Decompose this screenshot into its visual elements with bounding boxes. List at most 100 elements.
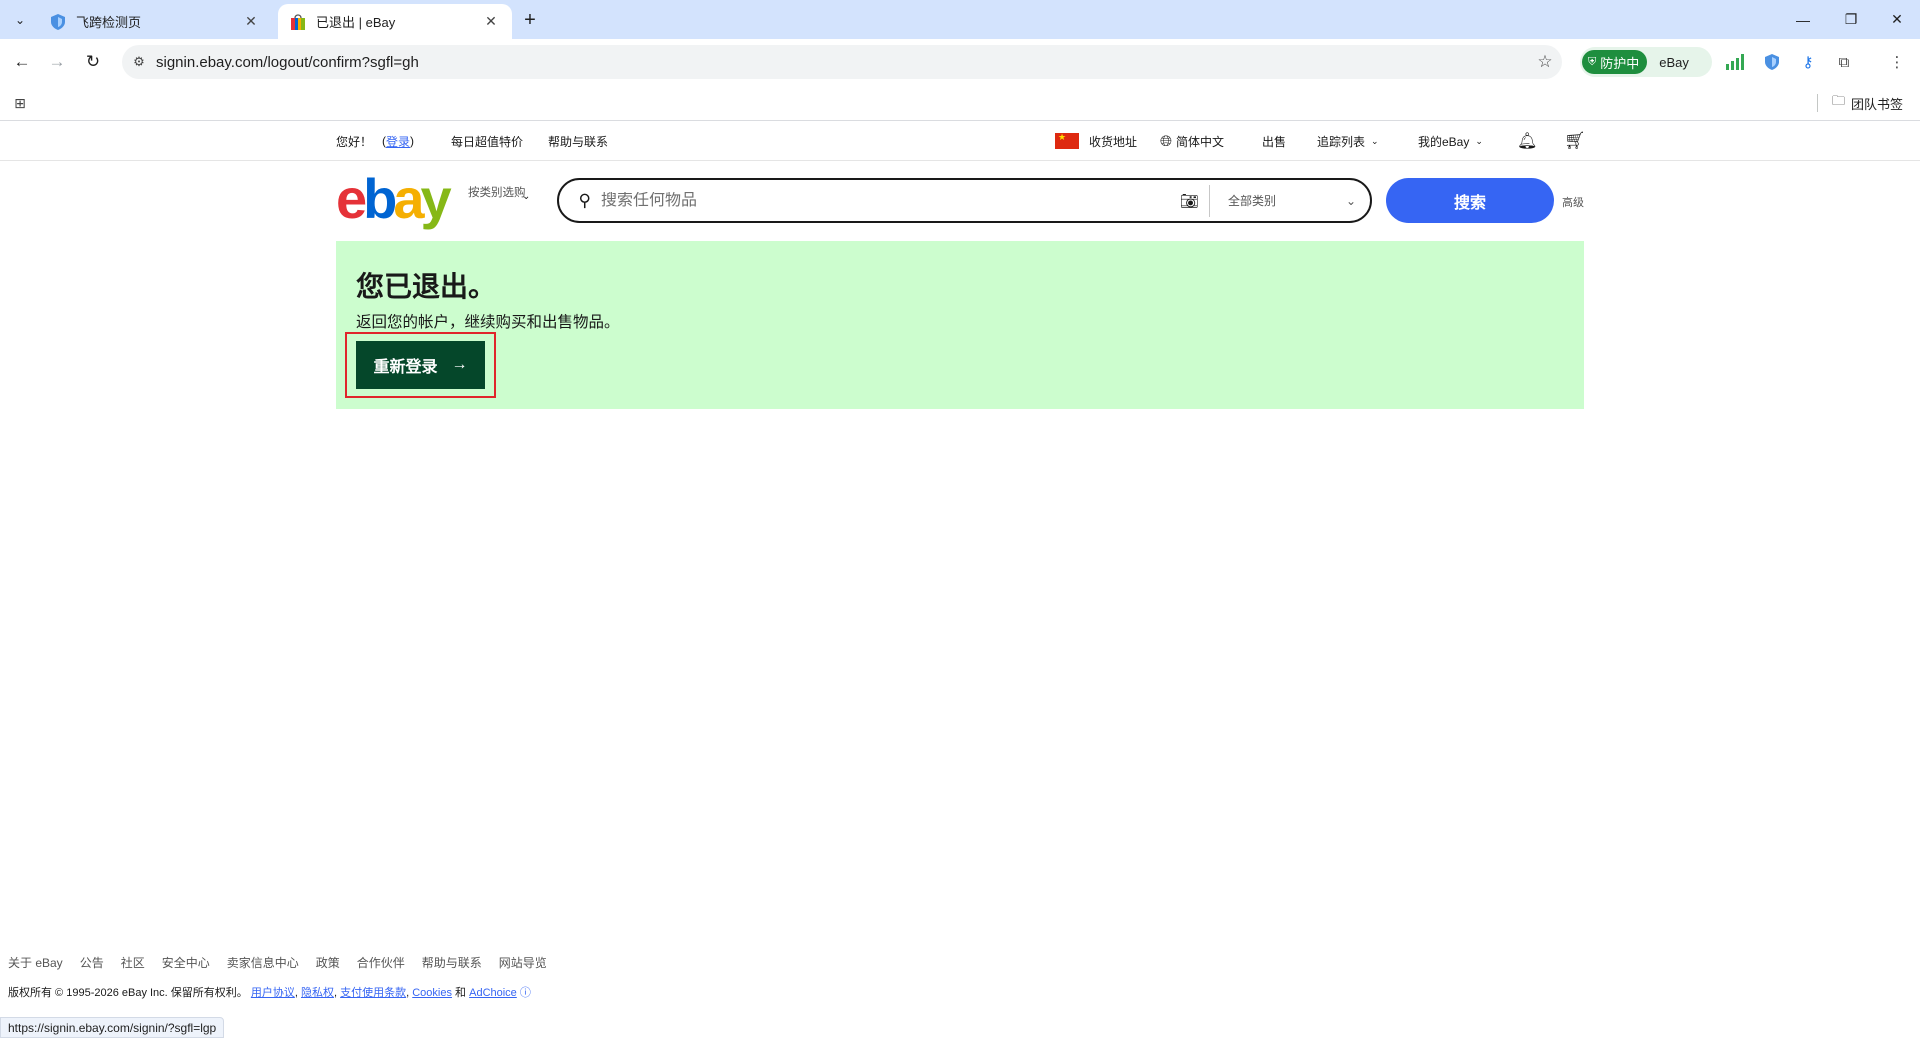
and-text: 和 <box>455 987 467 999</box>
sell-link[interactable]: 出售 <box>1262 121 1286 161</box>
protect-site: eBay <box>1659 54 1689 70</box>
browser-toolbar: ← → ↻ ⚙ signin.ebay.com/logout/confirm?s… <box>0 39 1920 85</box>
bookmark-folder[interactable]: 🗀 团队书签 <box>1832 93 1903 113</box>
tab-ebay-logout[interactable]: 已退出 | eBay ✕ <box>278 4 512 39</box>
new-tab-icon[interactable]: + <box>518 8 542 32</box>
privacy-link[interactable]: 隐私权 <box>301 987 334 999</box>
signin-link[interactable]: 登录 <box>386 133 410 150</box>
ebay-bag-favicon-icon <box>290 13 306 30</box>
folder-icon: 🗀 <box>1832 93 1846 108</box>
footer-links: 关于 eBay 公告 社区 安全中心 卖家信息中心 政策 合作伙伴 帮助与联系 … <box>8 954 547 971</box>
tab-title: 飞跨检测页 <box>76 15 142 30</box>
bookmark-folder-label: 团队书签 <box>1851 96 1904 112</box>
footer-copyright: 版权所有 © 1995-2026 eBay Inc. 保留所有权利。 用户协议,… <box>8 987 531 999</box>
page-title: 您已退出。 <box>356 271 497 302</box>
chevron-down-icon: ⌄ <box>1371 135 1379 146</box>
ebay-top-nav: 您好！ ( 登录 ) 每日超值特价 帮助与联系 收货地址 🌐︎ 简体中文 出售 … <box>0 121 1920 161</box>
user-agreement-link[interactable]: 用户协议 <box>251 987 295 999</box>
address-bar[interactable]: ⚙ signin.ebay.com/logout/confirm?sgfl=gh… <box>122 45 1562 79</box>
category-select-value: 全部类别 <box>1228 194 1277 208</box>
search-button[interactable]: 搜索 <box>1386 178 1554 223</box>
bell-icon[interactable]: 🔔︎ <box>1517 121 1537 161</box>
china-flag-icon <box>1055 132 1079 149</box>
status-bar-url: https://signin.ebay.com/signin/?sgfl=lgp <box>0 1017 225 1038</box>
language-button[interactable]: 🌐︎ 简体中文 <box>1160 121 1224 161</box>
my-ebay-label: 我的eBay <box>1418 134 1470 149</box>
globe-icon: 🌐︎ <box>1160 132 1173 150</box>
reload-icon[interactable]: ↻ <box>79 48 107 76</box>
footer-link[interactable]: 安全中心 <box>162 954 210 971</box>
language-label: 简体中文 <box>1176 134 1225 149</box>
footer-link[interactable]: 社区 <box>121 954 145 971</box>
cookies-link[interactable]: Cookies <box>412 987 452 999</box>
help-contact-link[interactable]: 帮助与联系 <box>548 121 608 161</box>
minimize-icon[interactable]: — <box>1780 0 1826 39</box>
search-bar: ⚲ 📷︎ 全部类别 ⌄ <box>557 178 1372 223</box>
menu-icon[interactable]: ⋮ <box>1884 49 1910 75</box>
search-icon: ⚲ <box>578 190 591 210</box>
protect-label: 防护中 <box>1600 55 1640 71</box>
watchlist-dropdown[interactable]: 追踪列表 ⌄ <box>1317 121 1379 161</box>
logo-letter: a <box>393 167 424 230</box>
footer-link[interactable]: 关于 eBay <box>8 954 63 971</box>
shield-favicon-icon <box>50 13 66 30</box>
cart-icon[interactable]: 🛒︎ <box>1564 121 1586 161</box>
footer-link[interactable]: 政策 <box>316 954 340 971</box>
search-input[interactable] <box>601 191 1170 210</box>
footer-link[interactable]: 公告 <box>80 954 104 971</box>
relogin-label: 重新登录 <box>373 359 438 376</box>
relogin-button[interactable]: 重新登录 → <box>356 341 485 389</box>
shield-icon[interactable] <box>1759 49 1785 75</box>
daily-deals-link[interactable]: 每日超值特价 <box>451 121 523 161</box>
apps-icon[interactable]: ⊞ <box>10 93 30 113</box>
chevron-down-icon: ⌄ <box>1345 193 1356 208</box>
footer-link[interactable]: 网站导览 <box>499 954 547 971</box>
signal-bars-icon[interactable] <box>1722 49 1748 75</box>
site-info-icon[interactable]: ⚙ <box>122 54 156 70</box>
greeting: 您好！ ( 登录 ) <box>336 121 414 161</box>
key-icon[interactable]: ⚷ <box>1795 49 1821 75</box>
copyright-text: 版权所有 © 1995-2026 eBay Inc. 保留所有权利。 <box>8 987 248 999</box>
footer-link[interactable]: 合作伙伴 <box>357 954 405 971</box>
watchlist-label: 追踪列表 <box>1317 134 1366 149</box>
close-window-icon[interactable]: ✕ <box>1874 0 1920 39</box>
footer-link[interactable]: 帮助与联系 <box>422 954 482 971</box>
footer-link[interactable]: 卖家信息中心 <box>227 954 299 971</box>
paren-close: ) <box>410 134 415 148</box>
bookmarks-bar: ⊞ 🗀 团队书签 <box>0 85 1920 121</box>
advanced-search-link[interactable]: 高级 <box>1562 194 1584 210</box>
logo-letter: b <box>363 167 397 230</box>
camera-icon[interactable]: 📷︎ <box>1170 184 1210 217</box>
back-icon[interactable]: ← <box>8 48 36 76</box>
extensions-icon[interactable]: ⧉ <box>1831 49 1857 75</box>
category-select[interactable]: 全部类别 ⌄ <box>1210 192 1370 209</box>
tab-feikua[interactable]: 飞跨检测页 ✕ <box>38 4 272 39</box>
star-icon[interactable]: ☆ <box>1528 52 1562 72</box>
ship-to-label: 收货地址 <box>1089 134 1138 149</box>
protection-extension-badge[interactable]: ⛨ 防护中 eBay <box>1580 47 1712 77</box>
bookmarks-separator <box>1817 94 1818 112</box>
logout-confirmation-banner: 您已退出。 返回您的帐户，继续购买和出售物品。 重新登录 → <box>336 241 1584 409</box>
close-icon[interactable]: ✕ <box>482 13 500 31</box>
banner-subtitle: 返回您的帐户，继续购买和出售物品。 <box>356 314 620 331</box>
arrow-right-icon: → <box>451 356 468 373</box>
browser-tab-bar: ⌄ 飞跨检测页 ✕ 已退出 | eBay ✕ + — ❐ ✕ <box>0 0 1920 39</box>
close-icon[interactable]: ✕ <box>242 13 260 31</box>
ebay-header: ebay 按类别选购 ⌄ ⚲ 📷︎ 全部类别 ⌄ 搜索 高级 <box>0 161 1920 237</box>
ebay-logo[interactable]: ebay <box>336 171 452 227</box>
chevron-down-icon[interactable]: ⌄ <box>522 191 530 202</box>
greeting-text: 您好！ <box>336 134 373 149</box>
ship-to-button[interactable]: 收货地址 <box>1055 121 1137 161</box>
chevron-down-icon: ⌄ <box>1475 135 1483 146</box>
forward-icon[interactable]: → <box>43 48 71 76</box>
logo-letter: y <box>420 167 452 230</box>
logo-letter: e <box>336 167 367 230</box>
url-text[interactable]: signin.ebay.com/logout/confirm?sgfl=gh <box>156 54 1528 71</box>
protect-status-pill: ⛨ 防护中 <box>1582 50 1648 74</box>
my-ebay-dropdown[interactable]: 我的eBay ⌄ <box>1418 121 1483 161</box>
restore-icon[interactable]: ❐ <box>1828 0 1874 39</box>
payments-terms-link[interactable]: 支付使用条款 <box>340 987 406 999</box>
adchoice-link[interactable]: AdChoice <box>469 987 517 999</box>
tab-list-icon[interactable]: ⌄ <box>8 8 32 32</box>
info-icon[interactable]: ⓘ <box>520 987 531 999</box>
